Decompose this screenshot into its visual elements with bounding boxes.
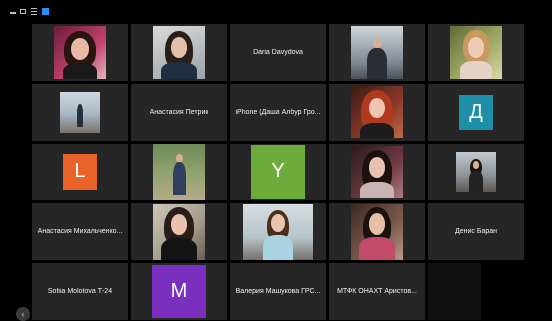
previous-page-button[interactable]: ‹ [16,307,30,321]
participant-video [59,91,101,133]
participant-video [53,26,107,79]
participant-gallery: Daria Davydova Анастасия Петрик iPhone (… [32,24,524,320]
participant-tile[interactable] [131,143,227,201]
avatar: L [62,154,98,190]
participant-tile[interactable] [131,203,227,261]
empty-tile [428,263,524,320]
participant-tile[interactable] [131,24,227,81]
avatar-letter: Y [271,160,285,183]
participant-video [350,86,404,139]
avatar: Д [458,94,494,130]
participant-tile[interactable] [329,83,425,141]
participant-name: Daria Davydova [253,48,303,56]
participant-video [243,203,313,260]
participant-name: Анастасия Петрик [149,108,209,116]
avatar-letter: L [74,160,86,183]
participant-tile[interactable] [428,24,524,81]
participant-tile[interactable]: МТФК ОНАХТ Аристов... [329,263,425,320]
gallery-view-icon[interactable] [42,8,49,15]
avatar: Y [251,145,305,199]
list-view-icon[interactable] [31,8,37,17]
participant-tile[interactable]: Sofiia Molotova Т-24 [32,263,128,320]
participant-tile[interactable]: Д [428,83,524,141]
avatar-letter: M [170,280,188,303]
participant-tile[interactable]: Анастасия Петрик [131,83,227,141]
window-icon[interactable] [20,9,26,14]
participant-name: Анастасия Михальченко... [37,228,123,236]
window-toolbar [0,0,552,22]
chevron-left-icon: ‹ [21,309,25,319]
participant-tile[interactable] [428,143,524,201]
participant-video [455,151,497,193]
participant-video [350,203,404,260]
participant-tile[interactable]: Daria Davydova [230,24,326,81]
participant-video [152,26,206,79]
participant-tile[interactable] [32,24,128,81]
participant-tile[interactable]: Анастасия Михальченко... [32,203,128,261]
participant-tile[interactable] [329,203,425,261]
minimize-icon[interactable] [10,12,16,14]
avatar: M [152,264,206,319]
participant-video [350,26,404,79]
participant-tile[interactable] [329,24,425,81]
participant-tile[interactable]: Валерия Машукова ГРС... [230,263,326,320]
participant-video [152,203,206,260]
participant-name: Sofiia Molotova Т-24 [47,288,113,296]
participant-tile[interactable]: iPhone (Даша Албур Гро... [230,83,326,141]
participant-tile[interactable]: L [32,143,128,201]
participant-tile[interactable] [230,203,326,261]
empty-tile-panel [428,263,481,320]
participant-video [350,145,404,199]
participant-tile[interactable] [32,83,128,141]
participant-name: МТФК ОНАХТ Аристов... [337,288,417,296]
participant-name: Валерия Машукова ГРС... [235,288,321,296]
participant-tile[interactable]: Y [230,143,326,201]
participant-name: Денис Баран [455,228,497,236]
participant-video [449,26,503,79]
participant-tile[interactable]: Денис Баран [428,203,524,261]
participant-tile[interactable] [329,143,425,201]
participant-tile[interactable]: M [131,263,227,320]
participant-video [152,144,206,200]
avatar-letter: Д [469,100,483,123]
participant-name: iPhone (Даша Албур Гро... [235,108,321,116]
